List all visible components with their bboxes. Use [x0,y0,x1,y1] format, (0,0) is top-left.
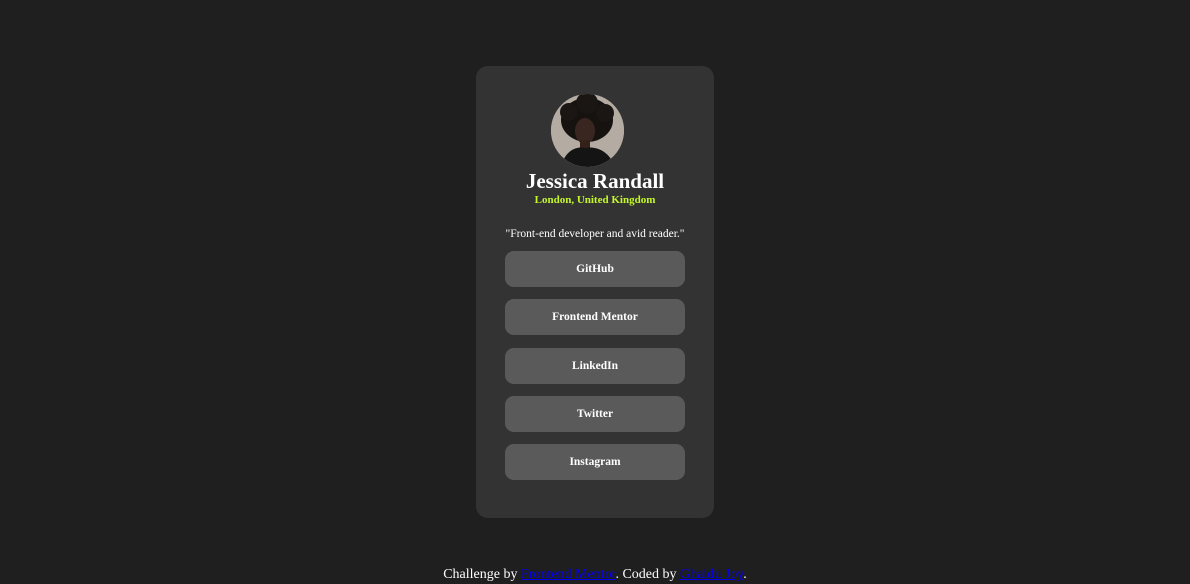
profile-card: Jessica Randall London, United Kingdom "… [476,66,714,518]
footer-middle: . Coded by [615,567,681,582]
frontend-mentor-footer-link[interactable]: Frontend Mentor [521,567,616,582]
author-footer-link[interactable]: Ghaidu Joy [680,567,743,582]
footer-prefix: Challenge by [443,567,521,582]
github-link-button[interactable]: GitHub [505,251,685,287]
profile-bio: "Front-end developer and avid reader." [505,228,685,240]
profile-name: Jessica Randall [525,169,665,193]
footer-suffix: . [743,567,747,582]
social-links: GitHub Frontend Mentor LinkedIn Twitter … [505,251,685,492]
instagram-link-button[interactable]: Instagram [505,444,685,481]
attribution-footer: Challenge by Frontend Mentor. Coded by G… [0,566,1190,584]
linkedin-link-button[interactable]: LinkedIn [505,347,685,384]
frontend-mentor-link-button[interactable]: Frontend Mentor [505,299,685,336]
avatar [551,94,624,167]
profile-location: London, United Kingdom [534,194,656,206]
twitter-link-button[interactable]: Twitter [505,395,685,432]
